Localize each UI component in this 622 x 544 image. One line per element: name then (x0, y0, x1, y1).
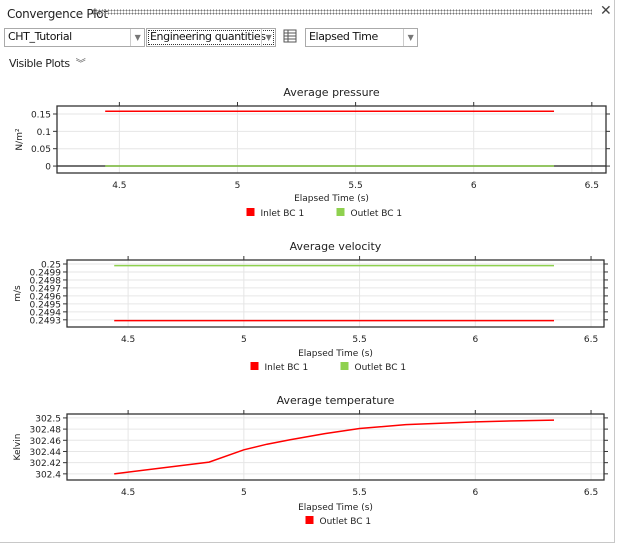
chart-0: Average pressure 0 0.05 0.1 0.15 4.5 5 5.5 6 6.5 E… (15, 86, 610, 219)
x-axis-label: Elapsed Time (s) (294, 194, 369, 204)
legend-swatch (336, 208, 345, 216)
chart-1: Average velocity0.24930.24940.24950.2496… (13, 240, 608, 373)
legend-item: Outlet BC 1 (340, 362, 407, 373)
y-axis-label: m/s (13, 285, 23, 302)
chart-title: Average velocity (290, 240, 382, 253)
legend-swatch (250, 362, 259, 370)
x-tick-label: 5 (241, 335, 247, 345)
x-tick-label: 6 (471, 181, 477, 191)
chart-title: Average temperature (277, 394, 395, 407)
y-axis-label: N/m² (15, 128, 25, 151)
y-tick-label: 302.44 (30, 448, 62, 458)
y-tick-label: 0.25 (41, 260, 61, 270)
y-tick-label: 0.1 (37, 128, 51, 138)
legend-item: Outlet BC 1 (305, 516, 372, 527)
charts-area: Average pressure 0 0.05 0.1 0.15 4.5 5 5.5 6 6.5 E… (13, 86, 610, 527)
y-axis-label: Kelvin (13, 433, 23, 460)
legend-label: Inlet BC 1 (265, 363, 309, 373)
y-tick-label: 0.05 (31, 145, 51, 155)
plot-frame (56, 105, 607, 174)
series-line-outlet-bc-1 (114, 419, 555, 475)
x-tick-label: 6 (472, 335, 478, 345)
plot-frame (66, 259, 605, 328)
y-tick-label: 302.42 (30, 459, 62, 469)
legend-label: Outlet BC 1 (320, 517, 372, 527)
legend-label: Outlet BC 1 (355, 363, 407, 373)
chart-title: Average pressure (283, 86, 379, 99)
x-tick-label: 4.5 (121, 335, 135, 345)
x-tick-label: 6.5 (584, 488, 598, 498)
x-tick-label: 6.5 (585, 181, 599, 191)
y-tick-label: 0.15 (31, 110, 51, 120)
legend-item: Inlet BC 1 (250, 362, 309, 373)
legend-item: Inlet BC 1 (246, 208, 305, 219)
x-tick-label: 6 (472, 488, 478, 498)
legend-swatch (305, 516, 314, 524)
legend-label: Outlet BC 1 (351, 209, 403, 219)
legend-item: Outlet BC 1 (336, 208, 403, 219)
x-axis-label: Elapsed Time (s) (298, 349, 373, 359)
legend-label: Inlet BC 1 (261, 209, 305, 219)
legend-swatch (340, 362, 349, 370)
y-tick-label: 302.48 (30, 426, 62, 436)
x-tick-label: 4.5 (112, 181, 126, 191)
chart-2: Average temperature302.4302.42302.44302.… (13, 394, 608, 527)
y-tick-label: 302.46 (30, 437, 62, 447)
legend-swatch (246, 208, 255, 216)
x-tick-label: 6.5 (584, 335, 598, 345)
y-tick-label: 302.4 (35, 470, 61, 480)
x-tick-label: 4.5 (121, 488, 135, 498)
x-axis-label: Elapsed Time (s) (298, 503, 373, 513)
x-tick-label: 5.5 (352, 335, 366, 345)
x-tick-label: 5.5 (348, 181, 362, 191)
x-tick-label: 5 (235, 181, 241, 191)
y-tick-label: 302.5 (35, 414, 61, 424)
y-tick-label: 0 (45, 163, 51, 173)
x-tick-label: 5 (241, 488, 247, 498)
x-tick-label: 5.5 (352, 488, 366, 498)
